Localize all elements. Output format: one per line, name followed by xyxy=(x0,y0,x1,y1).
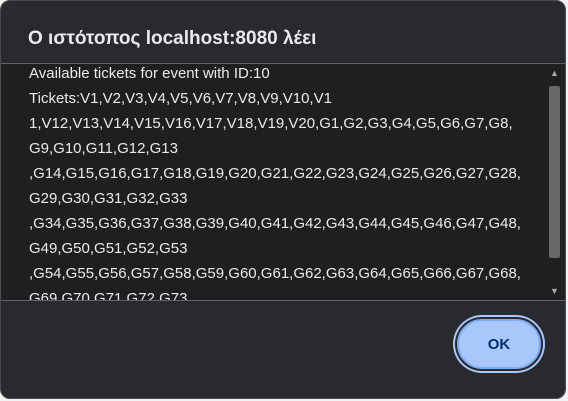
message-line: 1,V12,V13,V14,V15,V16,V17,V18,V19,V20,G1… xyxy=(29,115,513,132)
message-line: G69,G70,G71,G72,G73 xyxy=(29,290,188,301)
alert-dialog: Ο ιστότοπος localhost:8080 λέει Availabl… xyxy=(0,0,566,399)
chevron-up-icon[interactable]: ▲ xyxy=(546,65,563,81)
vertical-scrollbar[interactable]: ▲ ▼ xyxy=(546,65,563,299)
message-area[interactable]: Available tickets for event with ID:10 T… xyxy=(1,63,565,301)
message-line: Available tickets for event with ID:10 xyxy=(29,65,270,82)
message-line: Tickets:V1,V2,V3,V4,V5,V6,V7,V8,V9,V10,V… xyxy=(29,90,332,107)
ok-button[interactable]: OK xyxy=(457,319,541,369)
message-line: G9,G10,G11,G12,G13 xyxy=(29,140,178,157)
message-line: ,G14,G15,G16,G17,G18,G19,G20,G21,G22,G23… xyxy=(29,165,521,182)
chevron-down-icon[interactable]: ▼ xyxy=(546,283,563,299)
scrollbar-track[interactable] xyxy=(546,81,563,283)
scrollbar-thumb[interactable] xyxy=(549,86,560,258)
message-line: G49,G50,G51,G52,G53 xyxy=(29,240,188,257)
message-line: ,G54,G55,G56,G57,G58,G59,G60,G61,G62,G63… xyxy=(29,265,521,282)
message-line: ,G34,G35,G36,G37,G38,G39,G40,G41,G42,G43… xyxy=(29,215,521,232)
message-text: Available tickets for event with ID:10 T… xyxy=(29,64,529,301)
dialog-title: Ο ιστότοπος localhost:8080 λέει xyxy=(28,28,317,49)
message-line: G29,G30,G31,G32,G33 xyxy=(29,190,188,207)
